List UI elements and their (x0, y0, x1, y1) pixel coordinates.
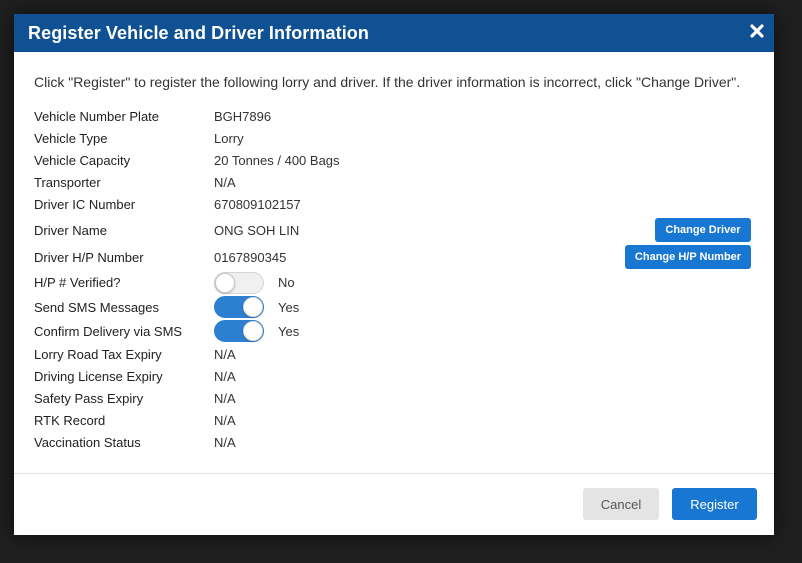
field-label: Driver IC Number (34, 196, 136, 212)
send-sms-toggle[interactable] (214, 296, 264, 318)
field-value: 20 Tonnes / 400 Bags (214, 152, 340, 168)
toggle-knob (243, 297, 263, 317)
field-label: Driving License Expiry (34, 368, 163, 384)
field-label: Transporter (34, 174, 101, 190)
field-label: Safety Pass Expiry (34, 390, 144, 406)
row-driver-ic: Driver IC Number 670809102157 (34, 193, 754, 215)
row-confirm-sms: Confirm Delivery via SMS Yes (34, 319, 754, 343)
field-label: Lorry Road Tax Expiry (34, 346, 162, 362)
toggle-knob (243, 321, 263, 341)
field-value: N/A (214, 434, 236, 450)
field-label: Driver Name (34, 222, 107, 238)
field-value: N/A (214, 346, 236, 362)
row-rtk-record: RTK Record N/A (34, 409, 754, 431)
field-label: Send SMS Messages (34, 299, 160, 315)
change-hp-number-button[interactable]: Change H/P Number (625, 245, 751, 269)
toggle-knob (215, 272, 235, 293)
instructions-text: Click "Register" to register the followi… (34, 74, 741, 90)
field-value: N/A (214, 390, 236, 406)
change-driver-button[interactable]: Change Driver (655, 218, 751, 242)
field-label: Vaccination Status (34, 434, 141, 450)
row-vaccination: Vaccination Status N/A (34, 431, 754, 453)
dialog-body: Click "Register" to register the followi… (14, 52, 774, 474)
dialog-footer: Cancel Register (14, 473, 774, 535)
field-label: Vehicle Number Plate (34, 108, 160, 124)
confirm-delivery-sms-toggle[interactable] (214, 320, 264, 342)
cancel-button[interactable]: Cancel (583, 488, 659, 520)
hp-verified-toggle[interactable] (214, 271, 264, 294)
field-label: Vehicle Type (34, 130, 108, 146)
row-vehicle-capacity: Vehicle Capacity 20 Tonnes / 400 Bags (34, 149, 754, 171)
field-value: N/A (214, 368, 236, 384)
row-send-sms: Send SMS Messages Yes (34, 295, 754, 319)
field-label: Driver H/P Number (34, 250, 144, 265)
row-vehicle-number-plate: Vehicle Number Plate BGH7896 (34, 105, 754, 127)
close-icon[interactable] (748, 22, 766, 40)
dialog-header: Register Vehicle and Driver Information (14, 14, 774, 52)
field-value: ONG SOH LIN (214, 222, 300, 238)
toggle-state-text: No (278, 275, 295, 290)
toggle-state-text: Yes (278, 323, 300, 339)
dialog-title: Register Vehicle and Driver Information (28, 22, 369, 43)
field-label: Vehicle Capacity (34, 152, 131, 168)
row-driving-license: Driving License Expiry N/A (34, 365, 754, 387)
toggle-state-text: Yes (278, 299, 300, 315)
field-value: 670809102157 (214, 196, 301, 212)
row-road-tax: Lorry Road Tax Expiry N/A (34, 343, 754, 365)
row-transporter: Transporter N/A (34, 171, 754, 193)
register-button[interactable]: Register (672, 488, 757, 520)
row-driver-hp: Driver H/P Number 0167890345 Change H/P … (34, 245, 754, 270)
row-hp-verified: H/P # Verified? No (34, 270, 754, 295)
row-safety-pass: Safety Pass Expiry N/A (34, 387, 754, 409)
field-label: Confirm Delivery via SMS (34, 323, 183, 339)
field-value: N/A (214, 412, 236, 428)
field-value: N/A (214, 174, 236, 190)
register-dialog: Register Vehicle and Driver Information … (14, 14, 774, 535)
row-vehicle-type: Vehicle Type Lorry (34, 127, 754, 149)
field-label: RTK Record (34, 412, 106, 428)
field-value: Lorry (214, 130, 244, 146)
field-value: BGH7896 (214, 108, 272, 124)
row-driver-name: Driver Name ONG SOH LIN Change Driver (34, 215, 754, 245)
field-value: 0167890345 (214, 250, 287, 265)
field-label: H/P # Verified? (34, 275, 121, 290)
